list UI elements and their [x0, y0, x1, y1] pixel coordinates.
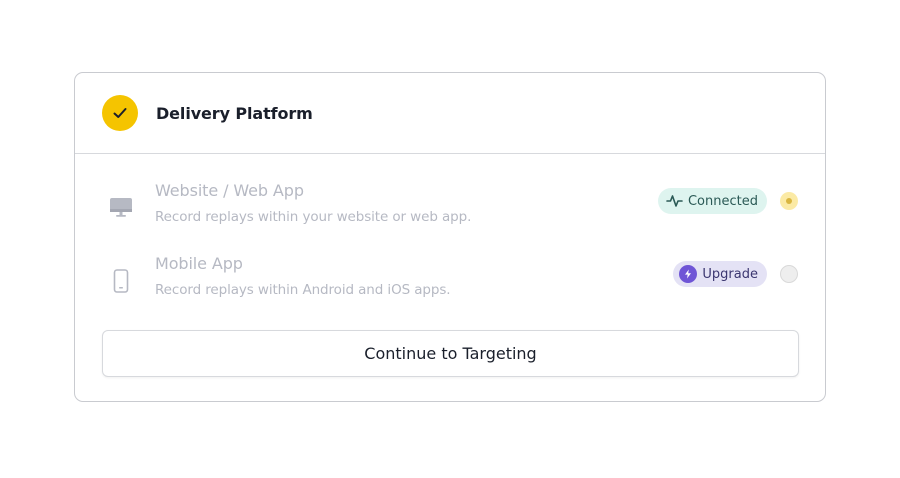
option-website[interactable]: Website / Web App Record replays within …	[75, 181, 825, 241]
option-mobile[interactable]: Mobile App Record replays within Android…	[75, 254, 825, 314]
option-title: Website / Web App	[155, 181, 304, 200]
option-description: Record replays within Android and iOS ap…	[155, 282, 451, 298]
upgrade-badge[interactable]: Upgrade	[673, 261, 767, 287]
radio-dot	[786, 198, 792, 204]
connected-badge: Connected	[657, 188, 767, 214]
badge-label: Connected	[687, 193, 758, 209]
option-description: Record replays within your website or we…	[155, 209, 472, 225]
option-title: Mobile App	[155, 254, 243, 273]
bolt-icon	[679, 265, 698, 283]
radio-mobile[interactable]	[780, 265, 798, 283]
mobile-icon	[108, 268, 134, 294]
card-header: Delivery Platform	[75, 73, 825, 154]
delivery-platform-card: Delivery Platform Website / Web App Reco…	[74, 72, 826, 402]
page-title: Delivery Platform	[156, 103, 313, 123]
continue-button[interactable]: Continue to Targeting	[102, 330, 799, 377]
monitor-icon	[108, 195, 134, 221]
check-icon	[102, 95, 138, 131]
activity-icon	[666, 194, 683, 208]
badge-label: Upgrade	[702, 266, 758, 282]
radio-website[interactable]	[780, 192, 798, 210]
